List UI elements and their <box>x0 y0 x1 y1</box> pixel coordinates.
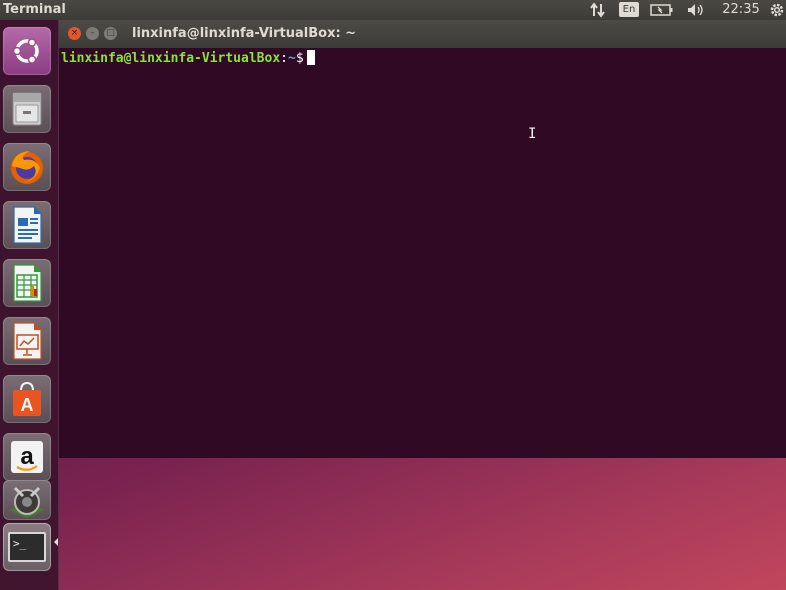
prompt-user-host: linxinfa@linxinfa-VirtualBox <box>61 51 281 66</box>
calc-sheet-icon <box>13 264 42 302</box>
gear-icon[interactable] <box>767 0 786 20</box>
amazon-letter: a <box>20 443 34 470</box>
network-arrows-icon[interactable] <box>588 0 608 20</box>
shopping-bag-icon: A <box>13 381 41 416</box>
ubuntu-logo-icon <box>12 38 39 64</box>
volume-icon[interactable] <box>685 0 707 20</box>
terminal-body[interactable]: linxinfa@linxinfa-VirtualBox:~$ I <box>59 48 786 458</box>
keyboard-layout-indicator[interactable]: En <box>619 2 639 17</box>
amazon-logo-icon: a <box>11 441 43 473</box>
launcher-item-ubuntu-dash[interactable] <box>3 27 51 75</box>
prompt-colon: : <box>280 51 288 66</box>
window-title: linxinfa@linxinfa-VirtualBox: ~ <box>132 26 357 41</box>
prompt-line: linxinfa@linxinfa-VirtualBox:~$ <box>61 50 315 66</box>
close-button[interactable]: × <box>68 27 81 40</box>
maximize-button[interactable]: □ <box>104 27 117 40</box>
prompt-dollar: $ <box>295 51 304 66</box>
active-indicator <box>54 538 58 546</box>
launcher-item-ubuntu-software[interactable]: A <box>3 375 51 423</box>
settings-wrench-icon <box>9 486 45 518</box>
impress-slide-icon <box>13 322 42 360</box>
battery-icon[interactable] <box>649 0 675 20</box>
terminal-prompt-icon: >_ <box>8 532 46 562</box>
window-titlebar[interactable]: × – □ linxinfa@linxinfa-VirtualBox: ~ <box>59 20 786 48</box>
launcher-item-system-settings[interactable] <box>3 480 51 520</box>
launcher: A a >_ <box>0 20 59 590</box>
active-app-title: Terminal <box>3 2 66 17</box>
launcher-item-libreoffice-calc[interactable] <box>3 259 51 307</box>
launcher-item-amazon[interactable]: a <box>3 433 51 481</box>
launcher-item-terminal[interactable]: >_ <box>3 523 51 571</box>
software-letter: A <box>21 395 34 415</box>
terminal-prompt-glyph: >_ <box>13 537 27 550</box>
firefox-icon <box>11 151 43 184</box>
writer-doc-icon <box>13 206 42 244</box>
prompt-path: ~ <box>287 51 296 66</box>
launcher-item-firefox[interactable] <box>3 143 51 191</box>
minimize-button[interactable]: – <box>86 27 99 40</box>
terminal-window[interactable]: × – □ linxinfa@linxinfa-VirtualBox: ~ li… <box>59 20 786 458</box>
text-cursor <box>306 50 315 65</box>
launcher-item-libreoffice-writer[interactable] <box>3 201 51 249</box>
ibeam-pointer-icon: I <box>528 126 537 142</box>
launcher-item-files[interactable] <box>3 85 51 133</box>
clock[interactable]: 22:35 <box>720 0 762 20</box>
system-tray: En 22:35 <box>586 0 786 20</box>
file-cabinet-icon <box>12 92 42 126</box>
top-panel: Terminal En 22:35 <box>0 0 786 20</box>
launcher-item-libreoffice-impress[interactable] <box>3 317 51 365</box>
